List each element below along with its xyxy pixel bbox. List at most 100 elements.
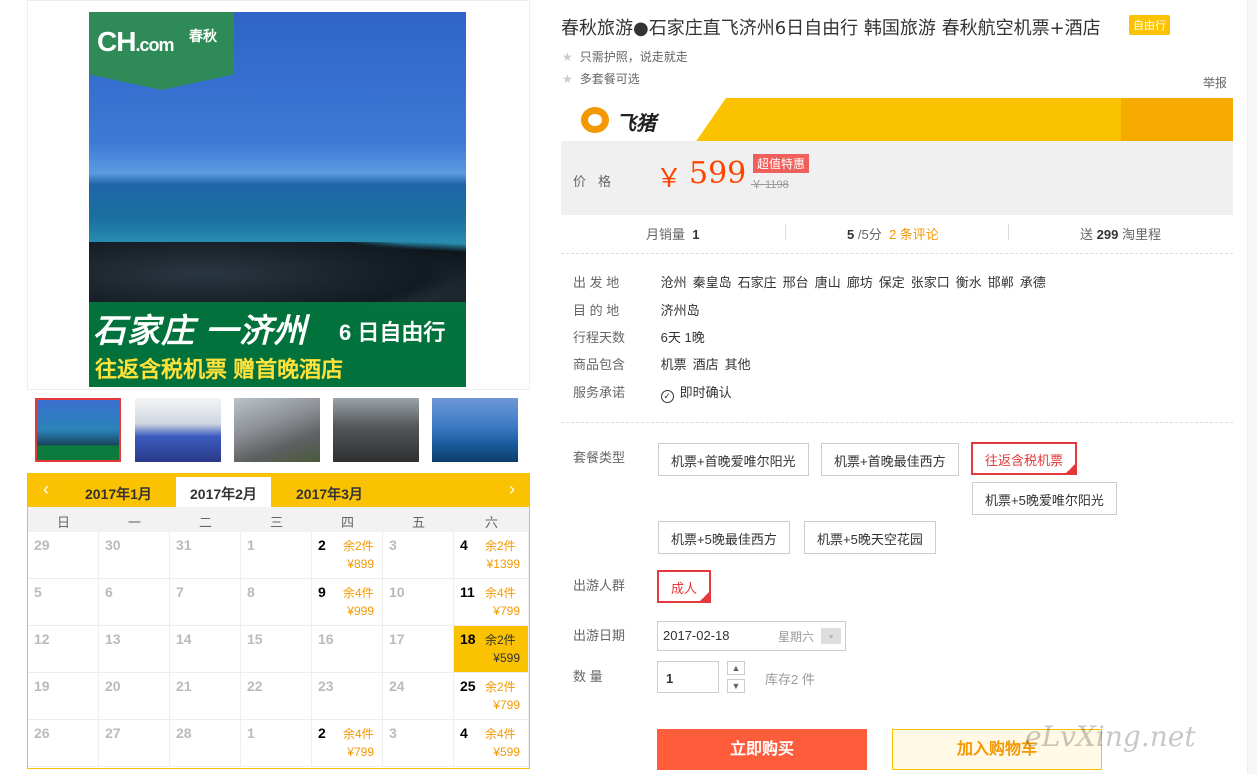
day-number: 13 <box>105 631 121 647</box>
day-number: 2 <box>318 537 326 553</box>
calendar-day-selected[interactable]: 18 余2件 ¥599 <box>454 626 529 673</box>
calendar-day[interactable]: 2 余2件 ¥899 <box>312 532 383 579</box>
weekday-label: 三 <box>269 515 283 530</box>
thumbnail-2[interactable] <box>135 398 221 462</box>
calendar-day: 19 <box>28 673 99 720</box>
thumbnail-4[interactable] <box>333 398 419 462</box>
info-value: ✓ 即时确认 <box>660 385 738 403</box>
package-option[interactable]: 机票+首晚最佳西方 <box>821 443 959 476</box>
thumbnail-1[interactable] <box>35 398 121 462</box>
logo-text: CH.com <box>97 26 174 57</box>
day-number: 14 <box>176 631 192 647</box>
package-option-selected[interactable]: 往返含税机票 <box>971 442 1078 475</box>
info-key: 出 发 地 <box>573 275 620 290</box>
stats-bar: 月销量 1 5 /5分 2 条评论 送 299 淘里程 <box>561 222 1233 244</box>
day-number: 28 <box>176 725 192 741</box>
day-number: 9 <box>318 584 326 600</box>
day-number: 7 <box>176 584 184 600</box>
calendar-day: 26 <box>28 720 99 767</box>
date-label: 出游日期 <box>573 628 626 643</box>
banner-title: 石家庄 一济州 <box>93 312 308 349</box>
thumbnail-5[interactable] <box>432 398 518 462</box>
buy-now-button[interactable]: 立即购买 <box>657 729 867 770</box>
calendar-day: 16 <box>312 626 383 673</box>
weekday-header: 日 一 二 三 四 五 六 <box>28 507 529 532</box>
info-days: 行程天数 6天 1晚 <box>573 327 705 346</box>
report-link[interactable]: 举报 <box>1203 74 1227 91</box>
divider <box>1008 224 1009 240</box>
calendar-day[interactable]: 4 余4件 ¥599 <box>454 720 529 767</box>
calendar-day[interactable]: 4 余2件 ¥1399 <box>454 532 529 579</box>
chevron-right-icon[interactable]: › <box>502 479 522 500</box>
day-stock: 余4件 <box>485 586 516 600</box>
traveler-option-selected[interactable]: 成人 <box>657 570 712 603</box>
calendar-day: 21 <box>170 673 241 720</box>
chevron-down-icon[interactable]: ▼ <box>727 679 745 693</box>
weekday-label: 一 <box>127 515 141 530</box>
month-tab-next[interactable]: 2017年3月 <box>282 481 377 507</box>
day-number: 12 <box>34 631 50 647</box>
day-number: 16 <box>318 631 334 647</box>
calendar-day: 14 <box>170 626 241 673</box>
monthly-sales: 月销量 1 <box>646 227 700 242</box>
calendar-day: 15 <box>241 626 312 673</box>
info-key: 商品包含 <box>573 357 626 372</box>
day-number: 6 <box>105 584 113 600</box>
star-icon: ★ <box>562 50 573 64</box>
calendar-day: 6 <box>99 579 170 626</box>
feature-text: 多套餐可选 <box>579 72 640 86</box>
calendar-day: 1 <box>241 720 312 767</box>
watermark: eLvXing.net <box>1025 720 1196 753</box>
deal-badge: 超值特惠 <box>753 154 810 173</box>
quantity-input[interactable]: 1 <box>657 661 719 693</box>
day-number: 23 <box>318 678 334 694</box>
info-key: 行程天数 <box>573 330 626 345</box>
calendar-day: 10 <box>383 579 454 626</box>
package-option[interactable]: 机票+5晚爱唯尔阳光 <box>972 482 1117 515</box>
day-number: 4 <box>460 537 468 553</box>
calendar-day[interactable]: 25 余2件 ¥799 <box>454 673 529 720</box>
departure-list: 沧州 秦皇岛 石家庄 邢台 唐山 廊坊 保定 张家口 衡水 邯郸 承德 <box>660 275 1046 290</box>
calendar-day[interactable]: 11 余4件 ¥799 <box>454 579 529 626</box>
original-price: ￥ 1198 <box>751 179 789 191</box>
scrollbar[interactable] <box>1247 0 1257 774</box>
info-departure: 出 发 地 沧州 秦皇岛 石家庄 邢台 唐山 廊坊 保定 张家口 衡水 邯郸 承德 <box>573 272 1052 291</box>
feature-line: ★ 只需护照，说走就走 <box>562 48 688 65</box>
calendar-day: 12 <box>28 626 99 673</box>
calendar-header: ‹ 2017年1月 2017年2月 2017年3月 › <box>28 474 529 507</box>
calendar-day: 3 <box>383 720 454 767</box>
reviews-link[interactable]: 2 条评论 <box>889 227 939 242</box>
calendar-day: 3 <box>383 532 454 579</box>
day-price: ¥999 <box>347 604 374 618</box>
chevron-left-icon[interactable]: ‹ <box>36 479 56 500</box>
thumbnail-3[interactable] <box>234 398 320 462</box>
fliggy-logo-icon <box>581 107 609 133</box>
day-stock: 余2件 <box>485 680 516 694</box>
day-number: 25 <box>460 678 476 694</box>
thumbnail-strip <box>27 392 530 472</box>
date-weekday: 星期六 <box>778 630 815 644</box>
product-photo: CH.com 春秋 石家庄 一济州 6 日自由行 往返含税机票 赠首晚酒店 <box>89 12 466 387</box>
self-tour-badge: 自由行 <box>1129 15 1170 35</box>
package-option[interactable]: 机票+5晚最佳西方 <box>658 521 790 554</box>
day-number: 1 <box>247 537 255 553</box>
price-label: 价格 <box>573 174 624 189</box>
month-tab-current[interactable]: 2017年2月 <box>176 477 271 507</box>
date-picker-field[interactable]: 2017-02-18 星期六 ▫ <box>657 621 846 651</box>
day-stock: 余2件 <box>485 539 516 553</box>
calendar-icon[interactable]: ▫ <box>821 628 841 644</box>
main-product-image: CH.com 春秋 石家庄 一济州 6 日自由行 往返含税机票 赠首晚酒店 <box>27 0 530 390</box>
package-option[interactable]: 机票+首晚爱唯尔阳光 <box>658 443 809 476</box>
chevron-up-icon[interactable]: ▲ <box>727 661 745 675</box>
info-destination: 目 的 地 济州岛 <box>573 300 700 319</box>
star-icon: ★ <box>562 72 573 86</box>
day-number: 21 <box>176 678 192 694</box>
day-number: 27 <box>105 725 121 741</box>
calendar-day[interactable]: 2 余4件 ¥799 <box>312 720 383 767</box>
package-option[interactable]: 机票+5晚天空花园 <box>804 521 936 554</box>
day-price: ¥799 <box>347 745 374 759</box>
product-gallery: CH.com 春秋 石家庄 一济州 6 日自由行 往返含税机票 赠首晚酒店 ‹ … <box>27 0 530 774</box>
month-tab-prev[interactable]: 2017年1月 <box>71 481 166 507</box>
calendar-day: 27 <box>99 720 170 767</box>
calendar-day[interactable]: 9 余4件 ¥999 <box>312 579 383 626</box>
